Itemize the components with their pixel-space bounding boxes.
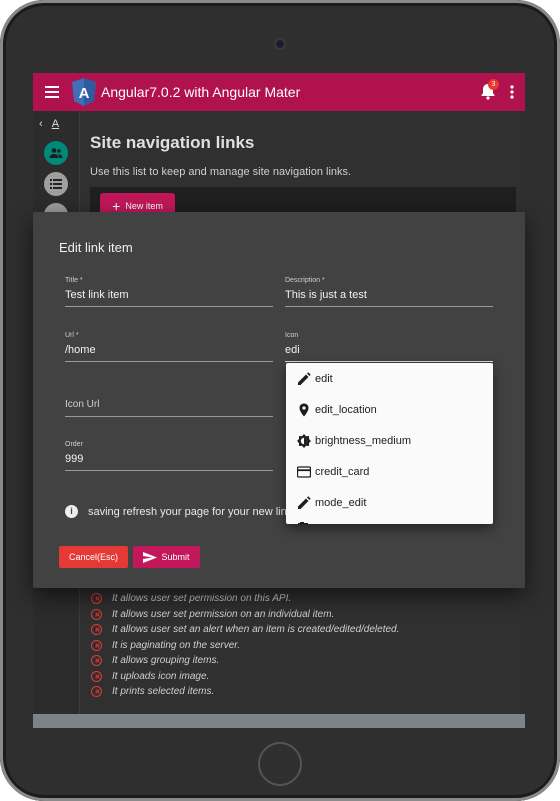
list-item-text: It is paginating on the server. <box>112 639 241 651</box>
list-item: It allows user set permission on an indi… <box>91 607 399 623</box>
icon-input[interactable]: edi <box>285 342 493 358</box>
url-input[interactable]: /home <box>65 342 273 358</box>
autocomplete-option[interactable]: credit_card <box>286 456 493 487</box>
new-item-label: New item <box>125 201 163 211</box>
icon-underline <box>285 361 493 362</box>
brightness-icon <box>297 433 311 448</box>
submit-button[interactable]: Submit <box>133 546 200 568</box>
option-label: edit <box>315 372 333 385</box>
order-input[interactable]: 999 <box>65 451 273 467</box>
cancel-icon <box>91 624 102 636</box>
sidebar-item-users[interactable] <box>44 141 68 165</box>
send-icon <box>143 551 158 563</box>
more-vert-icon[interactable] <box>505 83 519 101</box>
location-pin-icon <box>299 403 309 416</box>
title-label: Title * <box>65 277 83 284</box>
list-item: It is paginating on the server. <box>91 638 399 654</box>
collapse-nav[interactable]: ‹ A <box>39 118 59 130</box>
camera-dot <box>276 40 284 48</box>
icon-label: Icon <box>285 332 299 339</box>
people-icon <box>49 148 63 158</box>
page-title: Site navigation links <box>90 133 255 152</box>
credit-card-icon <box>297 465 311 478</box>
svg-text:A: A <box>79 85 90 102</box>
page-subtitle: Use this list to keep and manage site na… <box>90 166 352 178</box>
app-title: Angular7.0.2 with Angular Materi <box>101 84 301 100</box>
url-label: Url * <box>65 332 79 339</box>
list-item-text: It allows user set an alert when an item… <box>112 624 400 636</box>
save-note-text: saving refresh your page for your new li… <box>88 505 305 518</box>
title-field[interactable]: Title * Test link item <box>65 277 273 307</box>
list-item-text: It allows user set permission on this AP… <box>112 593 292 605</box>
list-item: It uploads icon image. <box>91 669 399 685</box>
cancel-icon <box>91 686 102 698</box>
list-icon <box>50 179 62 189</box>
menu-icon[interactable] <box>33 73 71 111</box>
title-input[interactable]: Test link item <box>65 287 273 303</box>
icon-url-underline <box>65 416 273 417</box>
sidebar-item-list[interactable] <box>44 172 68 196</box>
cancel-icon <box>91 639 102 651</box>
icon-field[interactable]: Icon edi <box>285 332 493 362</box>
title-underline <box>65 306 273 307</box>
cancel-icon <box>91 655 102 667</box>
angular-logo: A <box>72 78 96 106</box>
app-toolbar: A Angular7.0.2 with Angular Materi 3 <box>33 73 525 111</box>
description-field[interactable]: Description * This is just a test <box>285 277 493 307</box>
icon-url-field[interactable]: Icon Url <box>65 397 273 417</box>
autocomplete-option-partial[interactable] <box>286 518 493 524</box>
order-label: Order <box>65 441 83 448</box>
tablet-frame: A Angular7.0.2 with Angular Materi 3 ‹ A <box>0 0 560 801</box>
feature-list: It allows user set permission on this AP… <box>91 591 399 700</box>
cancel-icon <box>91 593 102 605</box>
back-label: A <box>51 118 60 130</box>
order-field[interactable]: Order 999 <box>65 441 273 471</box>
pencil-icon <box>298 495 311 509</box>
description-label: Description * <box>285 277 325 284</box>
home-button[interactable] <box>258 742 302 786</box>
order-underline <box>65 470 273 471</box>
autocomplete-option[interactable]: edit <box>286 363 493 394</box>
list-item-text: It allows grouping items. <box>112 655 220 667</box>
list-item: It allows grouping items. <box>91 653 399 669</box>
list-item-text: It allows user set permission on an indi… <box>112 608 335 620</box>
url-underline <box>65 361 273 362</box>
icon-autocomplete-panel: edit edit_location brightness_medium cre… <box>286 363 493 524</box>
cancel-button[interactable]: Cancel(Esc) <box>59 546 128 568</box>
submit-label: Submit <box>161 552 190 562</box>
chevron-left-icon: ‹ <box>39 118 43 130</box>
option-label: brightness_medium <box>315 434 411 447</box>
list-item: It prints selected items. <box>91 684 399 700</box>
option-label: edit_location <box>315 403 377 416</box>
autocomplete-option[interactable]: edit_location <box>286 394 493 425</box>
bottom-strip <box>33 714 525 728</box>
save-note: i saving refresh your page for your new … <box>65 505 304 518</box>
list-item: It allows user set an alert when an item… <box>91 622 399 638</box>
dialog-title: Edit link item <box>59 240 133 255</box>
list-item-text: It uploads icon image. <box>112 670 210 682</box>
description-underline <box>285 306 493 307</box>
list-item: It allows user set permission on this AP… <box>91 591 399 607</box>
autocomplete-option[interactable]: brightness_medium <box>286 425 493 456</box>
cancel-icon <box>91 608 102 620</box>
notification-badge: 3 <box>488 79 499 90</box>
url-field[interactable]: Url * /home <box>65 332 273 362</box>
info-icon: i <box>65 505 78 518</box>
option-label: credit_card <box>315 465 370 478</box>
autocomplete-option[interactable]: mode_edit <box>286 487 493 518</box>
pencil-icon <box>298 371 311 385</box>
description-input[interactable]: This is just a test <box>285 287 493 303</box>
cancel-icon <box>91 670 102 682</box>
option-label: mode_edit <box>315 496 367 509</box>
list-item-text: It prints selected items. <box>112 686 215 698</box>
icon-url-input[interactable]: Icon Url <box>65 397 273 413</box>
partial-icon <box>298 522 308 524</box>
